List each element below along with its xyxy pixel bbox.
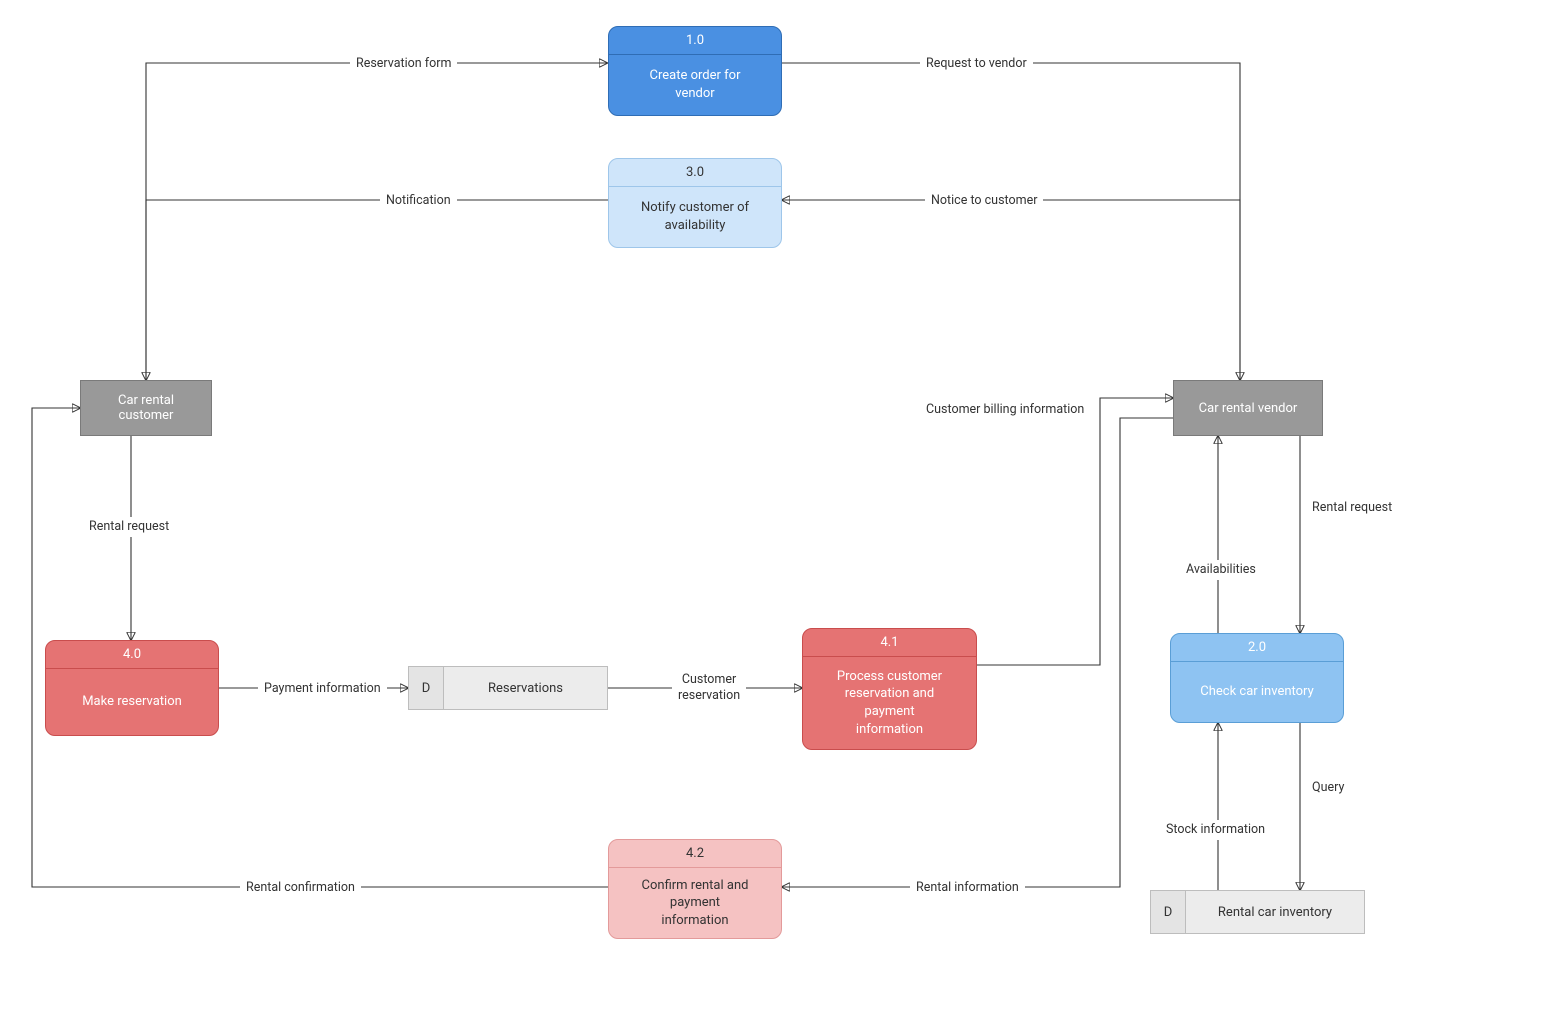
process-4-1-name: Process customerreservation andpaymentin… [803,657,976,749]
process-4-2-number: 4.2 [609,840,781,867]
flow-request-to-vendor: Request to vendor [920,54,1033,74]
process-2-0[interactable]: 2.0 Check car inventory [1170,633,1344,723]
process-4-0[interactable]: 4.0 Make reservation [45,640,219,736]
datastore-reservations-name: Reservations [444,667,607,709]
flow-availabilities: Availabilities [1180,560,1262,580]
flow-rental-confirmation: Rental confirmation [240,878,361,898]
flow-query: Query [1306,778,1350,798]
datastore-inventory-tag: D [1151,891,1186,933]
flow-rental-request-vendor: Rental request [1306,498,1398,518]
process-4-1-number: 4.1 [803,629,976,656]
flow-rental-information: Rental information [910,878,1025,898]
process-4-2[interactable]: 4.2 Confirm rental andpaymentinformation [608,839,782,939]
flow-notification: Notification [380,191,457,211]
flow-stock-information: Stock information [1160,820,1271,840]
process-2-0-name: Check car inventory [1171,662,1343,722]
datastore-inventory-name: Rental car inventory [1186,891,1364,933]
process-4-0-number: 4.0 [46,641,218,668]
process-3-0-name: Notify customer ofavailability [609,187,781,247]
datastore-reservations-tag: D [409,667,444,709]
entity-vendor-label: Car rental vendor [1199,401,1298,416]
flow-notice-to-customer: Notice to customer [925,191,1043,211]
flow-customer-billing: Customer billing information [920,400,1090,420]
process-4-1[interactable]: 4.1 Process customerreservation andpayme… [802,628,977,750]
process-1-0-name: Create order forvendor [609,55,781,115]
process-3-0-number: 3.0 [609,159,781,186]
dfd-canvas: 1.0 Create order forvendor 3.0 Notify cu… [0,0,1560,1019]
process-3-0[interactable]: 3.0 Notify customer ofavailability [608,158,782,248]
process-1-0[interactable]: 1.0 Create order forvendor [608,26,782,116]
flow-customer-reservation: Customerreservation [672,670,746,707]
process-4-0-name: Make reservation [46,669,218,735]
datastore-reservations[interactable]: D Reservations [408,666,608,710]
flow-rental-request-cust: Rental request [83,517,175,537]
entity-customer[interactable]: Car rentalcustomer [80,380,212,436]
entity-customer-label: Car rentalcustomer [118,393,174,423]
datastore-inventory[interactable]: D Rental car inventory [1150,890,1365,934]
flow-reservation-form: Reservation form [350,54,457,74]
process-1-0-number: 1.0 [609,27,781,54]
process-2-0-number: 2.0 [1171,634,1343,661]
flow-payment-info: Payment information [258,679,387,699]
process-4-2-name: Confirm rental andpaymentinformation [609,868,781,938]
entity-vendor[interactable]: Car rental vendor [1173,380,1323,436]
